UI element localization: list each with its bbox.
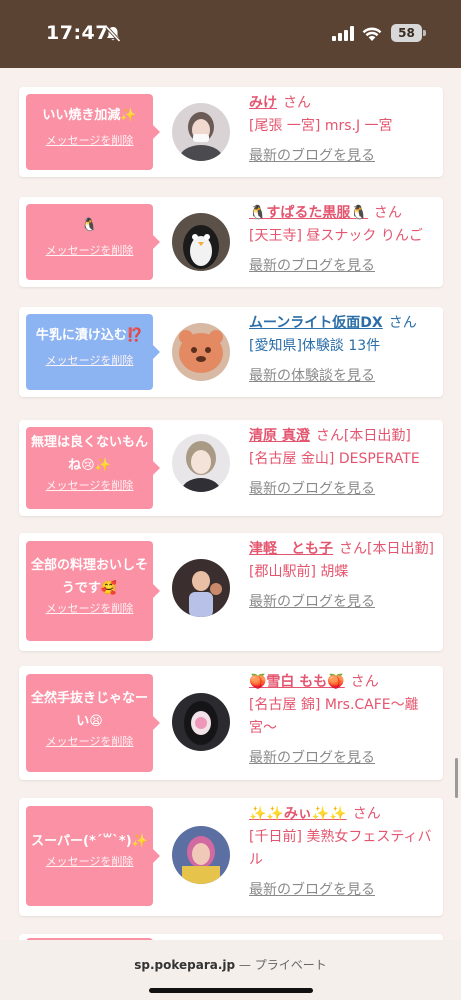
delete-message-link[interactable]: メッセージを削除 xyxy=(26,243,153,259)
profile-info: 🍑雪白 もも🍑 さん [名古屋 錦] Mrs.CAFE〜離宮〜 最新のブログを見る xyxy=(249,671,439,770)
profile-info: 清原 真澄 さん[本日出勤] [名古屋 金山] DESPERATE 最新のブログを… xyxy=(249,425,449,501)
honorific: さん[本日出勤] xyxy=(339,541,434,557)
delete-message-link[interactable]: メッセージを削除 xyxy=(26,734,153,750)
shop-detail: [千日前] 美熟女フェスティバル xyxy=(249,829,432,868)
latest-blog-link[interactable]: 最新のブログを見る xyxy=(249,879,439,902)
review-detail: [愛知県]体験談 13件 xyxy=(249,338,381,354)
profile-name-link[interactable]: ✨✨みぃ✨✨ xyxy=(249,806,347,822)
profile-info: ✨✨みぃ✨✨ さん [千日前] 美熟女フェスティバル 最新のブログを見る xyxy=(249,803,439,902)
message-bubble: 全部の料理おいしそうです🥰 メッセージを削除 xyxy=(26,541,160,641)
shop-detail: [名古屋 錦] Mrs.CAFE〜離宮〜 xyxy=(249,697,419,736)
profile-info: 🐧すぱるた黒服🐧 さん [天王寺] 昼スナック りんご 最新のブログを見る xyxy=(249,202,439,278)
avatar[interactable] xyxy=(172,213,230,271)
bell-slash-icon xyxy=(105,25,121,43)
message-list[interactable]: いい焼き加減✨ メッセージを削除 みけ さん [尾張 一宮] mrs.J 一宮 最… xyxy=(0,68,461,940)
url-host: sp.pokepara.jp xyxy=(134,958,236,972)
message-text: 牛乳に漬け込む⁉️ xyxy=(35,328,144,343)
shop-detail: [郡山駅前] 胡蝶 xyxy=(249,564,349,580)
latest-blog-link[interactable]: 最新のブログを見る xyxy=(249,478,449,501)
status-bar: 17:47 58 xyxy=(0,0,461,68)
avatar[interactable] xyxy=(172,559,230,617)
battery-tip xyxy=(423,30,426,36)
message-bubble: 🐧 メッセージを削除 xyxy=(26,204,160,280)
message-card: 無理は良くないもんね😢✨ メッセージを削除 清原 真澄 さん[本日出勤] [名古屋… xyxy=(19,420,443,516)
avatar[interactable] xyxy=(172,826,230,884)
honorific: さん xyxy=(350,674,379,690)
honorific: さん xyxy=(388,315,417,331)
wifi-icon xyxy=(362,27,382,41)
battery-icon: 58 xyxy=(391,24,422,42)
message-card: 全然手抜きじゃなーい😫 メッセージを削除 🍑雪白 もも🍑 さん [名古屋 錦] M… xyxy=(19,666,443,780)
message-card: スーパー(*´꒳`*)✨ メッセージを削除 ✨✨みぃ✨✨ さん [千日前] 美熟女… xyxy=(19,798,443,916)
profile-info: みけ さん [尾張 一宮] mrs.J 一宮 最新のブログを見る xyxy=(249,92,439,168)
message-bubble: 全然手抜きじゃなーい😫 メッセージを削除 xyxy=(26,674,160,772)
avatar[interactable] xyxy=(172,693,230,751)
latest-blog-link[interactable]: 最新のブログを見る xyxy=(249,145,439,168)
battery-level: 58 xyxy=(398,26,415,40)
profile-name-link[interactable]: みけ xyxy=(249,95,277,111)
profile-name-link[interactable]: ムーンライト仮面DX xyxy=(249,315,383,331)
message-bubble: いい焼き加減✨ メッセージを削除 xyxy=(26,94,160,170)
profile-info: ムーンライト仮面DX さん [愛知県]体験談 13件 最新の体験談を見る xyxy=(249,312,439,388)
message-text: 全然手抜きじゃなーい😫 xyxy=(30,691,148,729)
profile-name-link[interactable]: 🍑雪白 もも🍑 xyxy=(249,674,345,690)
message-bubble: 牛乳に漬け込む⁉️ メッセージを削除 xyxy=(26,314,160,390)
shop-detail: [尾張 一宮] mrs.J 一宮 xyxy=(249,118,393,134)
private-mode-label: プライベート xyxy=(254,958,327,972)
honorific: さん xyxy=(283,95,311,111)
profile-info: 津軽 とも子 さん[本日出勤] [郡山駅前] 胡蝶 最新のブログを見る xyxy=(249,538,439,614)
delete-message-link[interactable]: メッセージを削除 xyxy=(26,133,153,149)
message-card: 🐧 メッセージを削除 🐧すぱるた黒服🐧 さん [天王寺] 昼スナック りんご 最新… xyxy=(19,197,443,287)
home-indicator[interactable] xyxy=(149,988,313,993)
message-bubble: 無理は良くないもんね😢✨ メッセージを削除 xyxy=(26,427,160,509)
latest-blog-link[interactable]: 最新のブログを見る xyxy=(249,591,439,614)
message-text: いい焼き加減✨ xyxy=(42,108,137,123)
message-card: 全部の料理おいしそうです🥰 メッセージを削除 津軽 とも子 さん[本日出勤] [郡… xyxy=(19,533,443,651)
profile-name-link[interactable]: 津軽 とも子 xyxy=(249,541,333,557)
url-separator: — xyxy=(235,958,255,972)
shop-detail: [天王寺] 昼スナック りんご xyxy=(249,228,423,244)
message-card: いい焼き加減✨ メッセージを削除 みけ さん [尾張 一宮] mrs.J 一宮 最… xyxy=(19,87,443,177)
message-text: スーパー(*´꒳`*)✨ xyxy=(31,834,148,849)
delete-message-link[interactable]: メッセージを削除 xyxy=(26,353,153,369)
delete-message-link[interactable]: メッセージを削除 xyxy=(26,854,153,870)
honorific: さん xyxy=(373,205,402,221)
message-text: 無理は良くないもんね😢✨ xyxy=(30,435,148,473)
url-display[interactable]: sp.pokepara.jp — プライベート xyxy=(0,956,461,973)
shop-detail: [名古屋 金山] DESPERATE xyxy=(249,451,420,467)
avatar[interactable] xyxy=(172,323,230,381)
honorific: さん xyxy=(352,806,381,822)
avatar[interactable] xyxy=(172,103,230,161)
scrollbar[interactable] xyxy=(455,758,458,798)
delete-message-link[interactable]: メッセージを削除 xyxy=(26,601,153,617)
delete-message-link[interactable]: メッセージを削除 xyxy=(26,478,153,494)
profile-name-link[interactable]: 🐧すぱるた黒服🐧 xyxy=(249,205,368,221)
latest-blog-link[interactable]: 最新のブログを見る xyxy=(249,747,439,770)
message-bubble: スーパー(*´꒳`*)✨ メッセージを削除 xyxy=(26,806,160,906)
status-time: 17:47 xyxy=(46,22,109,44)
message-card: 牛乳に漬け込む⁉️ メッセージを削除 ムーンライト仮面DX さん [愛知県]体験談… xyxy=(19,307,443,397)
honorific: さん[本日出勤] xyxy=(315,428,411,444)
profile-name-link[interactable]: 清原 真澄 xyxy=(249,428,310,444)
signal-icon xyxy=(332,26,354,41)
latest-blog-link[interactable]: 最新のブログを見る xyxy=(249,255,439,278)
latest-review-link[interactable]: 最新の体験談を見る xyxy=(249,365,439,388)
message-text: 全部の料理おいしそうです🥰 xyxy=(30,558,148,596)
message-text: 🐧 xyxy=(81,218,98,233)
avatar[interactable] xyxy=(172,434,230,492)
